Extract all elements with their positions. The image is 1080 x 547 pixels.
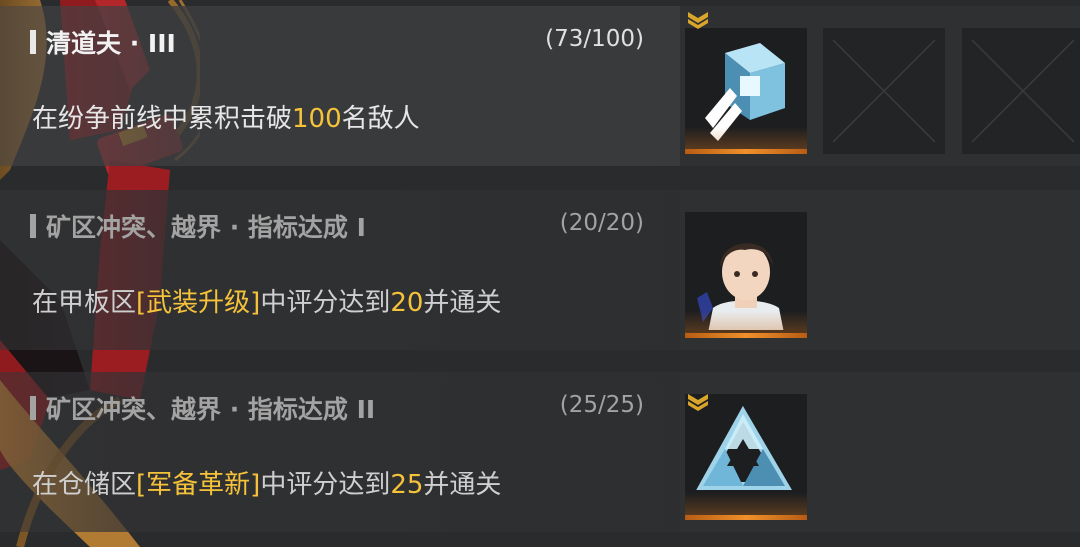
mission-row[interactable]: 矿区冲突、越界 · 指标达成 II (25/25) 在仓储区[军备革新]中评分达… (0, 372, 1080, 532)
title-marker (30, 30, 36, 54)
empty-reward-slot (823, 28, 945, 154)
mission-title: 矿区冲突、越界 · 指标达成 I (30, 208, 366, 244)
rank-badge-icon (688, 12, 708, 29)
reward-slot[interactable] (685, 212, 807, 338)
reward-underline (685, 515, 807, 520)
mission-progress: (25/25) (559, 392, 644, 418)
mission-progress: (73/100) (545, 26, 644, 52)
reward-underline (685, 149, 807, 154)
title-marker (30, 396, 36, 420)
mission-progress: (20/20) (559, 210, 644, 236)
reward-slot[interactable] (685, 28, 807, 154)
mission-title: 清道夫 · III (30, 24, 176, 60)
reward-slot[interactable] (685, 394, 807, 520)
mission-description: 在仓储区[军备革新]中评分达到25并通关 (32, 470, 502, 500)
empty-slot-x-icon (971, 39, 1075, 143)
mission-row[interactable]: 矿区冲突、越界 · 指标达成 I (20/20) 在甲板区[武装升级]中评分达到… (0, 190, 1080, 350)
mission-row[interactable]: 清道夫 · III (73/100) 在纷争前线中累积击破100名敌人 (0, 6, 1080, 166)
mission-title: 矿区冲突、越界 · 指标达成 II (30, 390, 375, 426)
mission-description: 在甲板区[武装升级]中评分达到20并通关 (32, 288, 502, 318)
reward-underline (685, 333, 807, 338)
rank-badge-icon (688, 394, 708, 411)
empty-reward-slot (962, 28, 1080, 154)
empty-slot-x-icon (832, 39, 936, 143)
mission-description: 在纷争前线中累积击破100名敌人 (32, 104, 420, 134)
title-marker (30, 214, 36, 238)
